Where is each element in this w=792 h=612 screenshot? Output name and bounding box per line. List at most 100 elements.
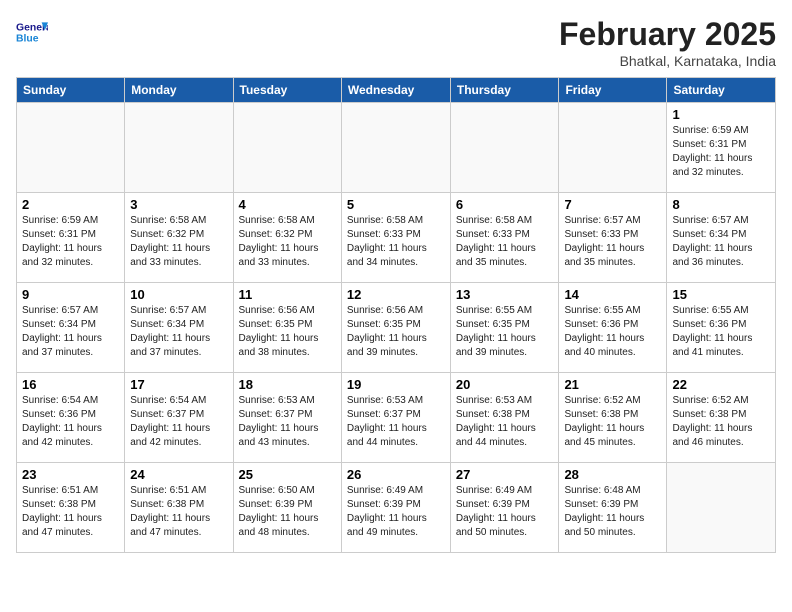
day-number: 22 [672,377,770,392]
day-info: Sunrise: 6:54 AM Sunset: 6:36 PM Dayligh… [22,394,119,450]
table-row: 25 Sunrise: 6:50 AM Sunset: 6:39 PM Dayli… [233,463,341,553]
table-row: 22 Sunrise: 6:52 AM Sunset: 6:38 PM Dayli… [667,373,776,463]
col-thursday: Thursday [450,78,559,103]
table-row: 4 Sunrise: 6:58 AM Sunset: 6:32 PM Daylig… [233,193,341,283]
day-number: 4 [239,197,336,212]
day-number: 24 [130,467,227,482]
table-row: 14 Sunrise: 6:55 AM Sunset: 6:36 PM Dayli… [559,283,667,373]
day-number: 13 [456,287,554,302]
day-info: Sunrise: 6:59 AM Sunset: 6:31 PM Dayligh… [672,124,770,180]
table-row [667,463,776,553]
day-info: Sunrise: 6:53 AM Sunset: 6:38 PM Dayligh… [456,394,554,450]
table-row: 5 Sunrise: 6:58 AM Sunset: 6:33 PM Daylig… [341,193,450,283]
day-number: 15 [672,287,770,302]
day-info: Sunrise: 6:57 AM Sunset: 6:33 PM Dayligh… [564,214,661,270]
calendar: Sunday Monday Tuesday Wednesday Thursday… [16,77,776,553]
day-number: 5 [347,197,445,212]
table-row: 2Sunrise: 6:59 AM Sunset: 6:31 PM Daylig… [17,193,125,283]
calendar-week-row: 9 Sunrise: 6:57 AM Sunset: 6:34 PM Daylig… [17,283,776,373]
table-row: 7 Sunrise: 6:57 AM Sunset: 6:33 PM Daylig… [559,193,667,283]
day-number: 17 [130,377,227,392]
day-number: 16 [22,377,119,392]
table-row [233,103,341,193]
day-number: 6 [456,197,554,212]
table-row: 15 Sunrise: 6:55 AM Sunset: 6:36 PM Dayli… [667,283,776,373]
day-number: 25 [239,467,336,482]
day-number: 10 [130,287,227,302]
day-info: Sunrise: 6:51 AM Sunset: 6:38 PM Dayligh… [22,484,119,540]
month-year: February 2025 [559,16,776,53]
table-row: 3 Sunrise: 6:58 AM Sunset: 6:32 PM Daylig… [125,193,233,283]
day-info: Sunrise: 6:50 AM Sunset: 6:39 PM Dayligh… [239,484,336,540]
day-info: Sunrise: 6:52 AM Sunset: 6:38 PM Dayligh… [564,394,661,450]
location: Bhatkal, Karnataka, India [559,53,776,69]
calendar-week-row: 23 Sunrise: 6:51 AM Sunset: 6:38 PM Dayli… [17,463,776,553]
table-row [17,103,125,193]
calendar-header-row: Sunday Monday Tuesday Wednesday Thursday… [17,78,776,103]
day-info: Sunrise: 6:58 AM Sunset: 6:32 PM Dayligh… [239,214,336,270]
table-row [125,103,233,193]
day-number: 9 [22,287,119,302]
table-row: 27 Sunrise: 6:49 AM Sunset: 6:39 PM Dayli… [450,463,559,553]
day-info: Sunrise: 6:49 AM Sunset: 6:39 PM Dayligh… [456,484,554,540]
table-row [559,103,667,193]
day-info: Sunrise: 6:54 AM Sunset: 6:37 PM Dayligh… [130,394,227,450]
table-row: 24 Sunrise: 6:51 AM Sunset: 6:38 PM Dayli… [125,463,233,553]
table-row: 23 Sunrise: 6:51 AM Sunset: 6:38 PM Dayli… [17,463,125,553]
day-number: 20 [456,377,554,392]
day-number: 21 [564,377,661,392]
table-row: 21 Sunrise: 6:52 AM Sunset: 6:38 PM Dayli… [559,373,667,463]
day-number: 11 [239,287,336,302]
day-number: 7 [564,197,661,212]
table-row: 9Sunrise: 6:57 AM Sunset: 6:34 PM Daylig… [17,283,125,373]
day-info: Sunrise: 6:55 AM Sunset: 6:35 PM Dayligh… [456,304,554,360]
svg-text:Blue: Blue [16,34,39,45]
day-number: 27 [456,467,554,482]
col-monday: Monday [125,78,233,103]
calendar-week-row: 16 Sunrise: 6:54 AM Sunset: 6:36 PM Dayli… [17,373,776,463]
table-row: 12Sunrise: 6:56 AM Sunset: 6:35 PM Dayli… [341,283,450,373]
table-row: 8 Sunrise: 6:57 AM Sunset: 6:34 PM Daylig… [667,193,776,283]
day-info: Sunrise: 6:58 AM Sunset: 6:32 PM Dayligh… [130,214,227,270]
day-number: 26 [347,467,445,482]
table-row [341,103,450,193]
header: General Blue February 2025 Bhatkal, Karn… [16,16,776,69]
day-number: 18 [239,377,336,392]
table-row: 28 Sunrise: 6:48 AM Sunset: 6:39 PM Dayli… [559,463,667,553]
day-number: 23 [22,467,119,482]
table-row: 1 Sunrise: 6:59 AM Sunset: 6:31 PM Daylig… [667,103,776,193]
day-number: 3 [130,197,227,212]
day-info: Sunrise: 6:51 AM Sunset: 6:38 PM Dayligh… [130,484,227,540]
logo: General Blue [16,16,50,48]
calendar-week-row: 2Sunrise: 6:59 AM Sunset: 6:31 PM Daylig… [17,193,776,283]
table-row: 17 Sunrise: 6:54 AM Sunset: 6:37 PM Dayli… [125,373,233,463]
table-row: 10 Sunrise: 6:57 AM Sunset: 6:34 PM Dayli… [125,283,233,373]
logo-icon: General Blue [16,16,48,48]
table-row: 11 Sunrise: 6:56 AM Sunset: 6:35 PM Dayli… [233,283,341,373]
table-row: 26 Sunrise: 6:49 AM Sunset: 6:39 PM Dayli… [341,463,450,553]
day-info: Sunrise: 6:55 AM Sunset: 6:36 PM Dayligh… [672,304,770,360]
col-sunday: Sunday [17,78,125,103]
day-number: 28 [564,467,661,482]
day-number: 14 [564,287,661,302]
day-info: Sunrise: 6:48 AM Sunset: 6:39 PM Dayligh… [564,484,661,540]
calendar-week-row: 1 Sunrise: 6:59 AM Sunset: 6:31 PM Daylig… [17,103,776,193]
day-info: Sunrise: 6:53 AM Sunset: 6:37 PM Dayligh… [347,394,445,450]
day-info: Sunrise: 6:55 AM Sunset: 6:36 PM Dayligh… [564,304,661,360]
day-info: Sunrise: 6:58 AM Sunset: 6:33 PM Dayligh… [456,214,554,270]
day-info: Sunrise: 6:58 AM Sunset: 6:33 PM Dayligh… [347,214,445,270]
day-number: 1 [672,107,770,122]
day-info: Sunrise: 6:56 AM Sunset: 6:35 PM Dayligh… [239,304,336,360]
day-info: Sunrise: 6:49 AM Sunset: 6:39 PM Dayligh… [347,484,445,540]
day-number: 8 [672,197,770,212]
day-number: 19 [347,377,445,392]
day-info: Sunrise: 6:57 AM Sunset: 6:34 PM Dayligh… [672,214,770,270]
day-info: Sunrise: 6:52 AM Sunset: 6:38 PM Dayligh… [672,394,770,450]
col-tuesday: Tuesday [233,78,341,103]
day-info: Sunrise: 6:53 AM Sunset: 6:37 PM Dayligh… [239,394,336,450]
col-saturday: Saturday [667,78,776,103]
day-info: Sunrise: 6:59 AM Sunset: 6:31 PM Dayligh… [22,214,119,270]
table-row: 13 Sunrise: 6:55 AM Sunset: 6:35 PM Dayli… [450,283,559,373]
table-row: 16 Sunrise: 6:54 AM Sunset: 6:36 PM Dayli… [17,373,125,463]
day-info: Sunrise: 6:57 AM Sunset: 6:34 PM Dayligh… [130,304,227,360]
